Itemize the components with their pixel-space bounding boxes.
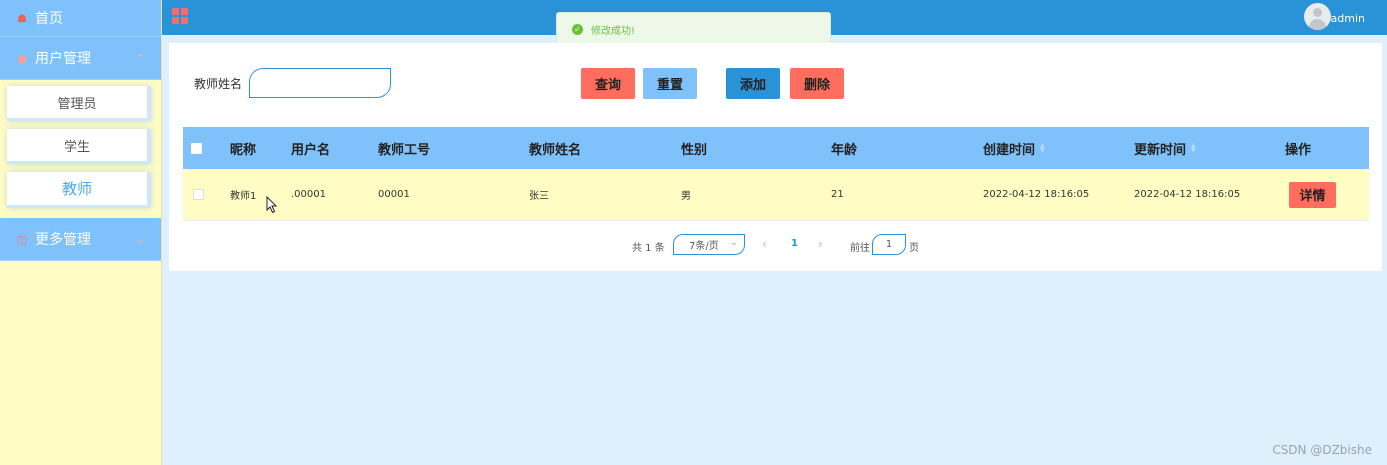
page-size-select[interactable]: 7条/页 ⌄ (673, 234, 745, 255)
page-suffix: 页 (909, 243, 919, 254)
header-updated-time-label: 更新时间 (1134, 142, 1187, 158)
header-actions: 操作 (1285, 142, 1312, 158)
menu-more-management[interactable]: ◫ 更多管理 ⌄ (0, 218, 161, 261)
submenu-item-teacher-label: 教师 (61, 180, 92, 198)
avatar[interactable] (1304, 3, 1331, 30)
home-icon: ☗ (17, 11, 27, 25)
header-created-time-label: 创建时间 (983, 142, 1036, 158)
goto-page-value: 1 (885, 239, 893, 250)
chevron-up-icon: ⌃ (133, 51, 147, 65)
row-select-cell (193, 169, 204, 220)
pagination-total: 共 1 条 (632, 243, 665, 254)
submenu-item-admin-label: 管理员 (57, 96, 97, 112)
header-updated-time[interactable]: 更新时间 ▲ ▼ (1134, 127, 1196, 169)
add-button[interactable]: 添加 (726, 68, 780, 99)
check-circle-icon: ✓ (572, 24, 583, 35)
user-submenu: 管理员 学生 教师 (0, 80, 161, 218)
table-header: 昵称 用户名 教师工号 教师姓名 性别 年龄 创建时间 ▲ ▼ 更新时间 ▲ ▼ 操… (183, 127, 1369, 169)
submenu-item-student[interactable]: 学生 (7, 129, 151, 164)
menu-user-management[interactable]: ● 用户管理 ⌃ (0, 37, 161, 80)
goto-page-input[interactable]: 1 (872, 234, 906, 255)
header-teacher-no: 教师工号 (378, 142, 431, 158)
teacher-name-input[interactable] (249, 68, 391, 98)
mouse-cursor-icon (266, 196, 278, 214)
prev-page-icon[interactable]: ‹ (762, 237, 767, 251)
header-username: 用户名 (291, 142, 331, 158)
cell-gender: 男 (681, 191, 691, 202)
content-panel: 教师姓名 查询 重置 添加 删除 昵称 用户名 教师工号 教师姓名 性别 年龄 … (169, 43, 1382, 271)
cell-created-time: 2022-04-12 18:16:05 (983, 189, 1090, 200)
page-number-current[interactable]: 1 (791, 238, 798, 249)
cell-nickname: 教师1 (230, 191, 257, 202)
menu-toggle-icon[interactable] (172, 8, 188, 24)
header-nickname: 昵称 (230, 142, 257, 158)
delete-button[interactable]: 删除 (790, 68, 844, 99)
select-all-checkbox[interactable] (191, 142, 202, 154)
table-row: 教师1 .00001 00001 张三 男 21 2022-04-12 18:1… (183, 169, 1369, 221)
cell-username: .00001 (291, 189, 326, 200)
sort-icon[interactable]: ▲ ▼ (1191, 143, 1196, 154)
sort-icon[interactable]: ▲ ▼ (1040, 143, 1045, 154)
submenu-item-teacher[interactable]: 教师 (7, 172, 151, 208)
username[interactable]: admin (1331, 12, 1365, 25)
chevron-down-icon: ⌄ (133, 232, 147, 246)
cell-teacher-no: 00001 (378, 189, 410, 200)
sidebar: ☗ 首页 ● 用户管理 ⌃ 管理员 学生 教师 ◫ 更多管理 ⌄ (0, 0, 162, 465)
page-size-value: 7条/页 (689, 241, 719, 252)
cell-teacher-name: 张三 (529, 191, 549, 202)
pagination: 共 1 条 7条/页 ⌄ ‹ 1 › 前往 1 页 (169, 234, 1382, 256)
watermark: CSDN @DZbishe (1272, 443, 1372, 457)
header-gender: 性别 (681, 142, 708, 158)
submenu-item-admin[interactable]: 管理员 (7, 86, 151, 121)
search-label: 教师姓名 (194, 77, 243, 91)
user-icon: ● (17, 51, 27, 65)
header-created-time[interactable]: 创建时间 ▲ ▼ (983, 127, 1045, 169)
select-all-cell (191, 127, 202, 169)
folder-icon: ◫ (16, 232, 28, 246)
chevron-down-icon: ⌄ (729, 237, 738, 248)
toast-message: 修改成功! (591, 26, 636, 37)
next-page-icon[interactable]: › (818, 237, 823, 251)
cell-actions: 详情 (1289, 169, 1336, 220)
teacher-table: 昵称 用户名 教师工号 教师姓名 性别 年龄 创建时间 ▲ ▼ 更新时间 ▲ ▼ 操… (183, 127, 1369, 221)
cell-age: 21 (831, 189, 844, 200)
row-checkbox[interactable] (193, 189, 204, 200)
detail-button[interactable]: 详情 (1289, 181, 1336, 208)
reset-button[interactable]: 重置 (643, 68, 697, 99)
menu-home[interactable]: ☗ 首页 (0, 0, 161, 37)
menu-home-label: 首页 (35, 11, 63, 27)
query-button[interactable]: 查询 (581, 68, 635, 99)
header-age: 年龄 (831, 142, 858, 158)
success-toast: ✓ 修改成功! (556, 12, 831, 47)
cell-updated-time: 2022-04-12 18:16:05 (1134, 189, 1241, 200)
goto-label: 前往 (850, 243, 870, 254)
header-teacher-name: 教师姓名 (529, 142, 582, 158)
menu-user-management-label: 用户管理 (35, 51, 91, 67)
menu-more-management-label: 更多管理 (35, 232, 91, 248)
submenu-item-student-label: 学生 (63, 139, 90, 155)
